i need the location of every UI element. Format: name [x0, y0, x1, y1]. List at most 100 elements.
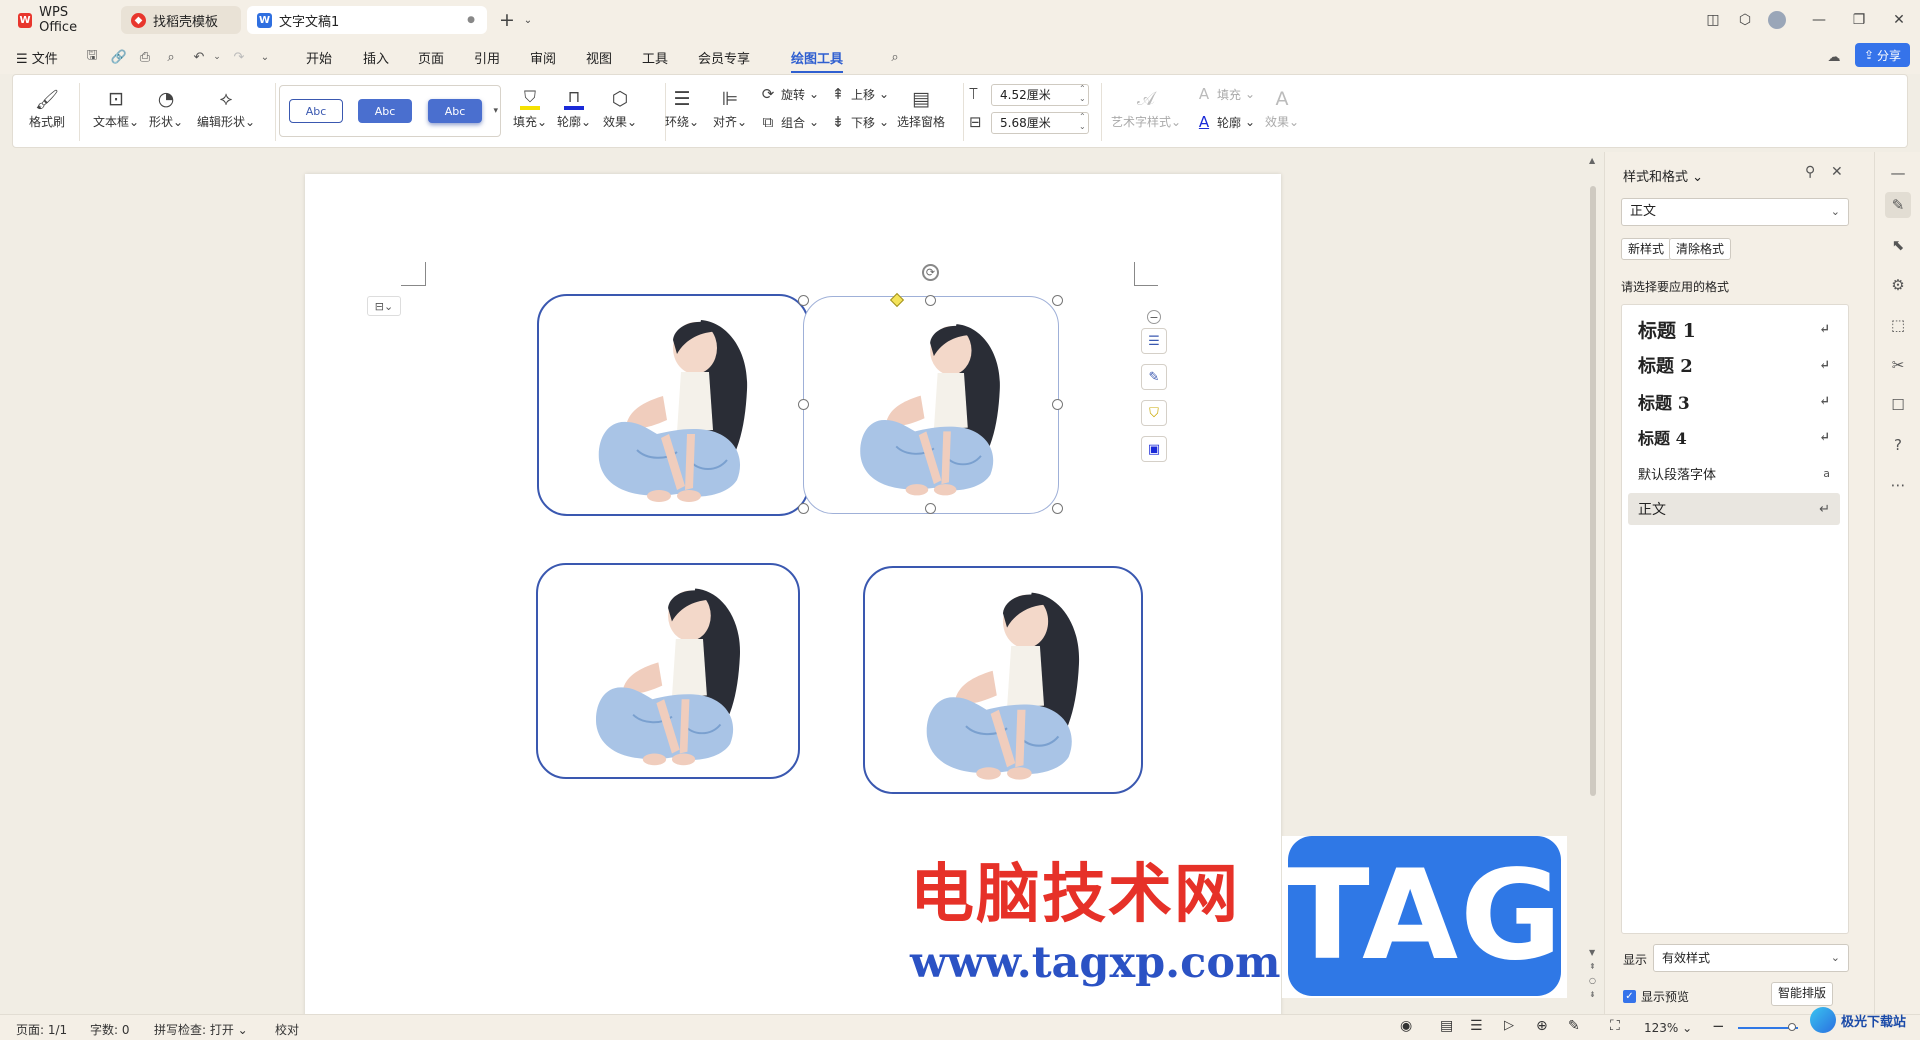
search-icon[interactable]: ⌕ — [886, 48, 904, 66]
outline-button[interactable]: ⊓ 轮廓⌄ — [557, 85, 591, 130]
tab-wps-office[interactable]: W WPS Office — [8, 5, 116, 35]
book-icon[interactable]: ☐ — [1885, 392, 1911, 418]
scroll-up-icon[interactable]: ▲ — [1589, 156, 1595, 165]
style-sample-filled[interactable]: Abc — [358, 99, 412, 123]
undo-icon[interactable]: ↶ — [190, 48, 208, 66]
minimize-icon[interactable]: — — [1808, 10, 1830, 30]
style-pen-icon[interactable]: ✎ — [1885, 192, 1911, 218]
picture-frame-2-selected[interactable] — [803, 296, 1059, 514]
redo-icon[interactable]: ↷ — [230, 48, 248, 66]
web-view-icon[interactable]: ⊕ — [1536, 1018, 1548, 1034]
tab-docer-templates[interactable]: ◆ 找稻壳模板 — [121, 6, 241, 34]
current-style-select[interactable]: 正文 ⌄ — [1621, 198, 1849, 226]
text-outline-button[interactable]: A 轮廓 ⌄ — [1195, 113, 1255, 131]
word-count[interactable]: 字数: 0 — [90, 1021, 130, 1038]
style-item-heading-2[interactable]: 标题 2 ↵ — [1628, 349, 1840, 381]
collapse-strip-icon[interactable]: — — [1885, 160, 1911, 186]
send-backward-button[interactable]: ⇟ 下移 ⌄ — [829, 113, 889, 131]
save-icon[interactable]: 🖫 — [83, 48, 101, 66]
scrollbar-thumb[interactable] — [1590, 186, 1596, 796]
eye-protection-icon[interactable]: ◉ — [1400, 1018, 1412, 1034]
new-tab-button[interactable]: + — [496, 9, 518, 31]
play-icon[interactable]: ▷ — [1504, 1018, 1514, 1033]
selection-pane-button[interactable]: ▤ 选择窗格 — [897, 85, 945, 130]
picture-frame-3[interactable] — [536, 563, 800, 779]
rotate-button[interactable]: ⟳ 旋转 ⌄ — [759, 85, 819, 103]
show-filter-select[interactable]: 有效样式 ⌄ — [1653, 944, 1849, 972]
restore-icon[interactable]: ❐ — [1848, 10, 1870, 30]
shape-height-input[interactable]: 4.52厘米 — [991, 84, 1089, 106]
tab-document-1[interactable]: W 文字文稿1 ● — [247, 6, 487, 34]
resize-handle-sw[interactable] — [798, 503, 809, 514]
page-nav-icons[interactable]: ▼ ⇞ ○ ⇟ — [1589, 946, 1596, 1002]
fill-button[interactable]: ⛉ 填充⌄ — [513, 85, 547, 130]
format-painter-button[interactable]: 🖌 格式刷 — [29, 85, 65, 130]
undo-dropdown-icon[interactable]: ⌄ — [208, 48, 226, 66]
print-icon[interactable]: ⎙ — [136, 48, 154, 66]
checkbox-checked-icon[interactable]: ✓ — [1623, 990, 1636, 1003]
resize-handle-w[interactable] — [798, 399, 809, 410]
rotate-handle-icon[interactable]: ⟳ — [922, 264, 939, 281]
zoom-level[interactable]: 123% ⌄ — [1644, 1021, 1692, 1035]
pin-icon[interactable]: ⚲ — [1805, 164, 1815, 180]
resize-handle-se[interactable] — [1052, 503, 1063, 514]
menu-member[interactable]: 会员专享 — [698, 48, 750, 67]
unsaved-dot-icon[interactable]: ● — [467, 15, 475, 25]
menu-drawing-tools[interactable]: 绘图工具 — [791, 48, 844, 73]
style-item-body-text[interactable]: 正文 ↵ — [1628, 493, 1840, 525]
resize-handle-s[interactable] — [925, 503, 936, 514]
page-view-icon[interactable]: ▤ — [1440, 1018, 1453, 1034]
resize-handle-nw[interactable] — [798, 295, 809, 306]
clear-format-button[interactable]: 清除格式 — [1669, 238, 1732, 260]
style-item-heading-4[interactable]: 标题 4 ↵ — [1628, 421, 1840, 453]
style-sample-outline[interactable]: Abc — [289, 99, 343, 123]
file-menu[interactable]: ☰ 文件 — [16, 48, 58, 67]
menu-insert[interactable]: 插入 — [363, 48, 389, 67]
avatar[interactable] — [1766, 10, 1788, 30]
proofread-button[interactable]: 校对 — [275, 1021, 299, 1038]
zoom-slider-thumb[interactable] — [1788, 1023, 1796, 1031]
close-icon[interactable]: ✕ — [1888, 10, 1910, 30]
pen-mode-icon[interactable]: ✎ — [1568, 1018, 1580, 1034]
adjust-sliders-icon[interactable]: ⚙ — [1885, 272, 1911, 298]
gallery-expand-icon[interactable]: ▾ — [493, 106, 498, 116]
new-style-button[interactable]: 新样式 — [1621, 238, 1672, 260]
tools-icon[interactable]: ✂ — [1885, 352, 1911, 378]
help-icon[interactable]: ? — [1885, 432, 1911, 458]
paragraph-layout-icon[interactable]: ⊟⌄ — [367, 296, 401, 316]
text-effect-button[interactable]: A 效果⌄ — [1265, 85, 1299, 130]
edit-shape-button[interactable]: ⟡ 编辑形状⌄ — [197, 85, 255, 130]
group-button[interactable]: ⧉ 组合 ⌄ — [759, 113, 819, 131]
width-spinner-icon[interactable]: ⌃ ⌄ — [1079, 112, 1086, 132]
style-item-heading-1[interactable]: 标题 1 ↵ — [1628, 313, 1840, 345]
layout-options-icon[interactable]: ☰ — [1141, 328, 1167, 354]
textbox-button[interactable]: ⊡ 文本框⌄ — [93, 85, 139, 130]
menu-view[interactable]: 视图 — [586, 48, 612, 67]
outline-view-icon[interactable]: ☰ — [1470, 1018, 1483, 1034]
picture-frame-1[interactable] — [537, 294, 809, 516]
style-item-default-paragraph-font[interactable]: 默认段落字体 a — [1628, 457, 1840, 489]
share-link-icon[interactable]: 🔗 — [110, 48, 128, 66]
tab-list-chevron-icon[interactable]: ⌄ — [517, 10, 539, 30]
style-sample-shadow[interactable]: Abc — [428, 99, 482, 123]
pen-icon[interactable]: ✎ — [1141, 364, 1167, 390]
art-style-button[interactable]: 𝒜 艺术字样式⌄ — [1111, 85, 1181, 130]
share-button[interactable]: ⇪ 分享 — [1855, 43, 1910, 67]
menu-tools[interactable]: 工具 — [642, 48, 668, 67]
shape-button[interactable]: ◔ 形状⌄ — [149, 85, 183, 130]
spellcheck-toggle[interactable]: 拼写检查: 打开 ⌄ — [154, 1021, 248, 1038]
collapse-float-toolbar-icon[interactable]: − — [1147, 310, 1161, 324]
fill-bucket-icon[interactable]: ⛉ — [1141, 400, 1167, 426]
panel-title[interactable]: 样式和格式 ⌄ — [1623, 166, 1703, 185]
outline-color-icon[interactable]: ▣ — [1141, 436, 1167, 462]
menu-review[interactable]: 审阅 — [530, 48, 556, 67]
resize-handle-e[interactable] — [1052, 399, 1063, 410]
effect-button[interactable]: ⬡ 效果⌄ — [603, 85, 637, 130]
height-spinner-icon[interactable]: ⌃ ⌄ — [1079, 84, 1086, 104]
fit-page-icon[interactable]: ⛶ — [1610, 1018, 1620, 1034]
align-button[interactable]: ⊫ 对齐⌄ — [713, 85, 747, 130]
panel-close-icon[interactable]: ✕ — [1831, 164, 1843, 180]
cloud-icon[interactable]: ☁ — [1825, 48, 1843, 66]
select-pointer-icon[interactable]: ⬉ — [1885, 232, 1911, 258]
bring-forward-button[interactable]: ⇞ 上移 ⌄ — [829, 85, 889, 103]
